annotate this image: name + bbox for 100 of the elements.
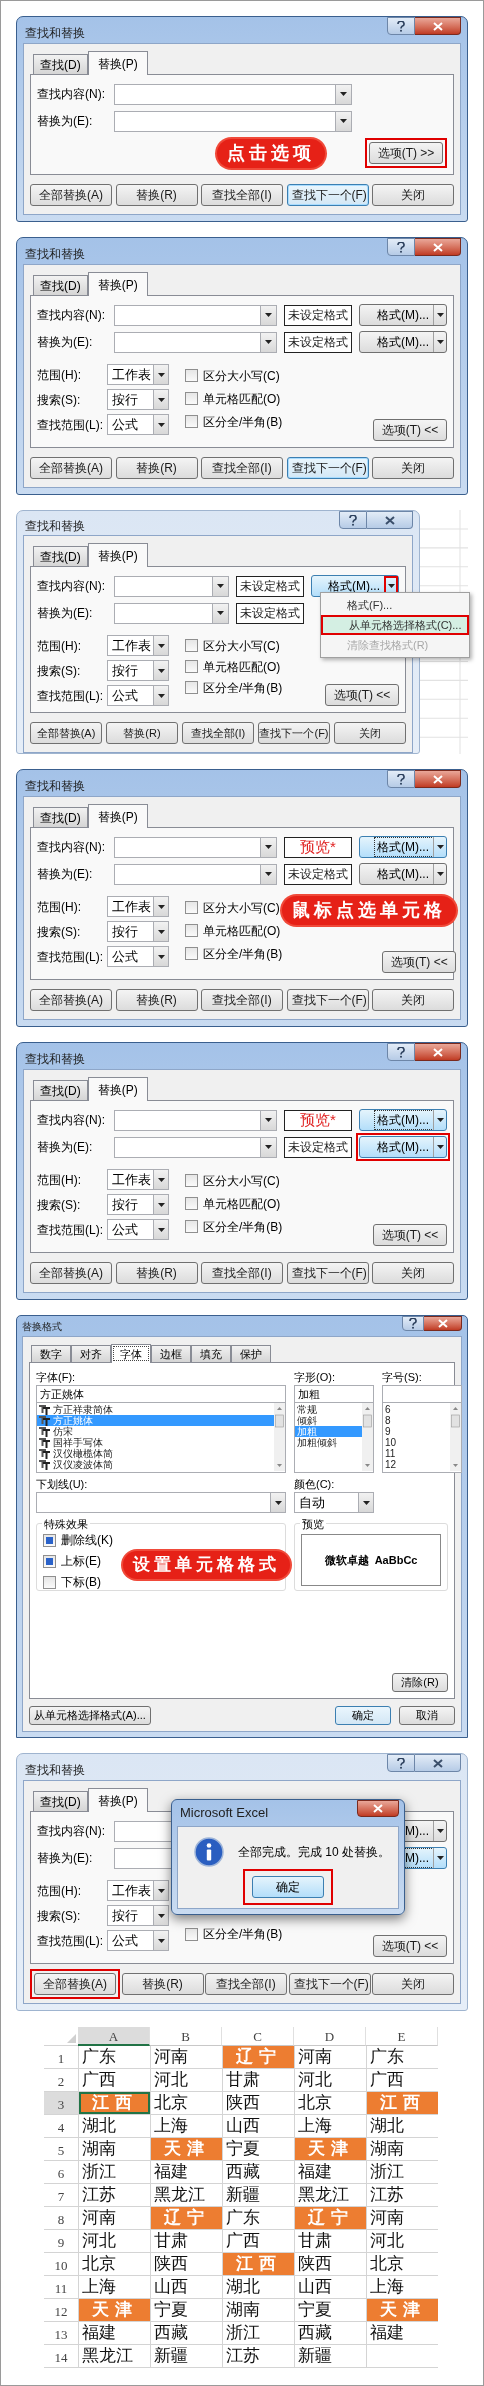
checkbox-label: 单元格匹配(O) <box>203 390 281 408</box>
table-cell: 新疆 <box>222 2184 294 2207</box>
table-cell: 陕西 <box>294 2253 366 2276</box>
table-cell: 福建 <box>366 2322 438 2345</box>
window-title: 查找和替换 <box>24 1051 85 1068</box>
field-label: 范围(H): <box>37 366 82 384</box>
table-cell: 江苏 <box>366 2184 438 2207</box>
format-preview: 未设定格式 <box>236 602 304 624</box>
field-label: 字号(S): <box>382 1370 423 1385</box>
field-label: 查找内容(N): <box>37 86 106 103</box>
callout-label: 设置单元格格式 <box>123 1551 290 1579</box>
table-cell: 甘肃 <box>150 2230 222 2253</box>
table-cell: 山西 <box>150 2276 222 2299</box>
table-cell: 宁夏 <box>150 2299 222 2322</box>
table-cell: 河南 <box>294 2046 366 2069</box>
checkbox-label: 删除线(K) <box>61 1532 113 1549</box>
format-preview: 预览* <box>284 1109 352 1131</box>
table-cell: 浙江 <box>366 2161 438 2184</box>
checkbox-label: 区分全/半角(B) <box>203 1218 283 1236</box>
checkbox-label: 单元格匹配(O) <box>203 922 281 940</box>
table-cell: 西藏 <box>222 2161 294 2184</box>
field-label: 查找内容(N): <box>37 1112 106 1129</box>
field-label: 替换为(E): <box>37 334 94 351</box>
table-cell: 福建 <box>78 2322 150 2345</box>
table-cell: 山西 <box>294 2276 366 2299</box>
field-label: 范围(H): <box>37 1882 82 1900</box>
field-label: 字形(O): <box>294 1370 336 1385</box>
table-cell: 河北 <box>294 2069 366 2092</box>
window-title: 查找和替换 <box>24 246 85 263</box>
table-cell: 河北 <box>150 2069 222 2092</box>
window-title: Microsoft Excel <box>179 1804 269 1823</box>
field-label: 范围(H): <box>37 1171 82 1189</box>
table-cell: 天津 <box>366 2299 438 2322</box>
checkbox-label: 区分大小写(C) <box>203 1172 280 1190</box>
checkbox-label: 区分大小写(C) <box>203 637 280 655</box>
field-label: 查找范围(L): <box>37 687 104 705</box>
field-label: 搜索(S): <box>37 1196 82 1214</box>
field-label: 替换为(E): <box>37 866 94 883</box>
field-label: 范围(H): <box>37 898 82 916</box>
table-cell: 辽宁 <box>150 2207 222 2230</box>
format-preview: 未设定格式 <box>236 575 304 597</box>
table-cell: 天津 <box>150 2138 222 2161</box>
table-cell: 山西 <box>222 2115 294 2138</box>
table-cell: 江苏 <box>222 2345 294 2368</box>
table-cell: 北京 <box>366 2253 438 2276</box>
field-label: 替换为(E): <box>37 605 94 622</box>
table-cell: 北京 <box>78 2253 150 2276</box>
table-cell: 广东 <box>78 2046 150 2069</box>
field-label: 查找范围(L): <box>37 416 104 434</box>
field-label: 替换为(E): <box>37 113 94 130</box>
field-label: 搜索(S): <box>37 923 82 941</box>
preview-text: 微软卓越 AaBbCc <box>324 1552 418 1568</box>
table-cell: 河北 <box>78 2230 150 2253</box>
field-label: 搜索(S): <box>37 391 82 409</box>
table-cell: 江西 <box>222 2253 294 2276</box>
window-title: 查找和替换 <box>24 1762 85 1779</box>
table-cell: 浙江 <box>222 2322 294 2345</box>
format-preview: 未设定格式 <box>284 863 352 885</box>
callout-label: 点击选项 <box>217 139 325 168</box>
field-label: 搜索(S): <box>37 662 82 680</box>
field-label: 搜索(S): <box>37 1907 82 1925</box>
checkbox-label: 区分全/半角(B) <box>203 413 283 431</box>
table-cell: 甘肃 <box>222 2069 294 2092</box>
checkbox-label: 单元格匹配(O) <box>203 1195 281 1213</box>
field-label: 字体(F): <box>36 1370 77 1385</box>
group-title: 特殊效果 <box>42 1516 90 1533</box>
table-cell: 福建 <box>294 2161 366 2184</box>
table-cell: 河北 <box>366 2230 438 2253</box>
table-cell: 湖南 <box>366 2138 438 2161</box>
table-cell: 湖北 <box>222 2276 294 2299</box>
window-title: 替换格式 <box>22 1319 62 1334</box>
callout-label: 鼠标点选单元格 <box>282 896 457 925</box>
checkbox-label: 区分大小写(C) <box>203 367 280 385</box>
table-cell: 江苏 <box>78 2184 150 2207</box>
window-title: 查找和替换 <box>24 778 85 795</box>
field-label: 查找范围(L): <box>37 1932 104 1950</box>
field-label: 颜色(C): <box>294 1477 336 1492</box>
checkbox-label: 区分大小写(C) <box>203 899 280 917</box>
table-cell: 辽宁 <box>294 2207 366 2230</box>
table-cell: 江西 <box>366 2092 438 2115</box>
table-cell: 北京 <box>150 2092 222 2115</box>
table-cell: 浙江 <box>78 2161 150 2184</box>
format-preview: 预览* <box>284 836 352 858</box>
checkbox-label: 单元格匹配(O) <box>203 658 281 676</box>
checkbox-label: 区分全/半角(B) <box>203 1926 283 1943</box>
table-cell: 天津 <box>294 2138 366 2161</box>
field-label: 替换为(E): <box>37 1139 94 1156</box>
format-preview: 未设定格式 <box>284 304 352 326</box>
field-label: 查找内容(N): <box>37 578 106 595</box>
field-label: 查找内容(N): <box>37 839 106 856</box>
checkbox-label: 上标(E) <box>61 1553 101 1570</box>
table-cell: 甘肃 <box>294 2230 366 2253</box>
window-title: 查找和替换 <box>24 25 85 42</box>
field-label: 查找内容(N): <box>37 1823 106 1840</box>
checkbox-label: 区分全/半角(B) <box>203 945 283 963</box>
table-cell: 天津 <box>78 2299 150 2322</box>
format-preview: 未设定格式 <box>284 331 352 353</box>
table-cell: 西藏 <box>150 2322 222 2345</box>
table-cell: 湖南 <box>222 2299 294 2322</box>
field-label: 查找范围(L): <box>37 1221 104 1239</box>
